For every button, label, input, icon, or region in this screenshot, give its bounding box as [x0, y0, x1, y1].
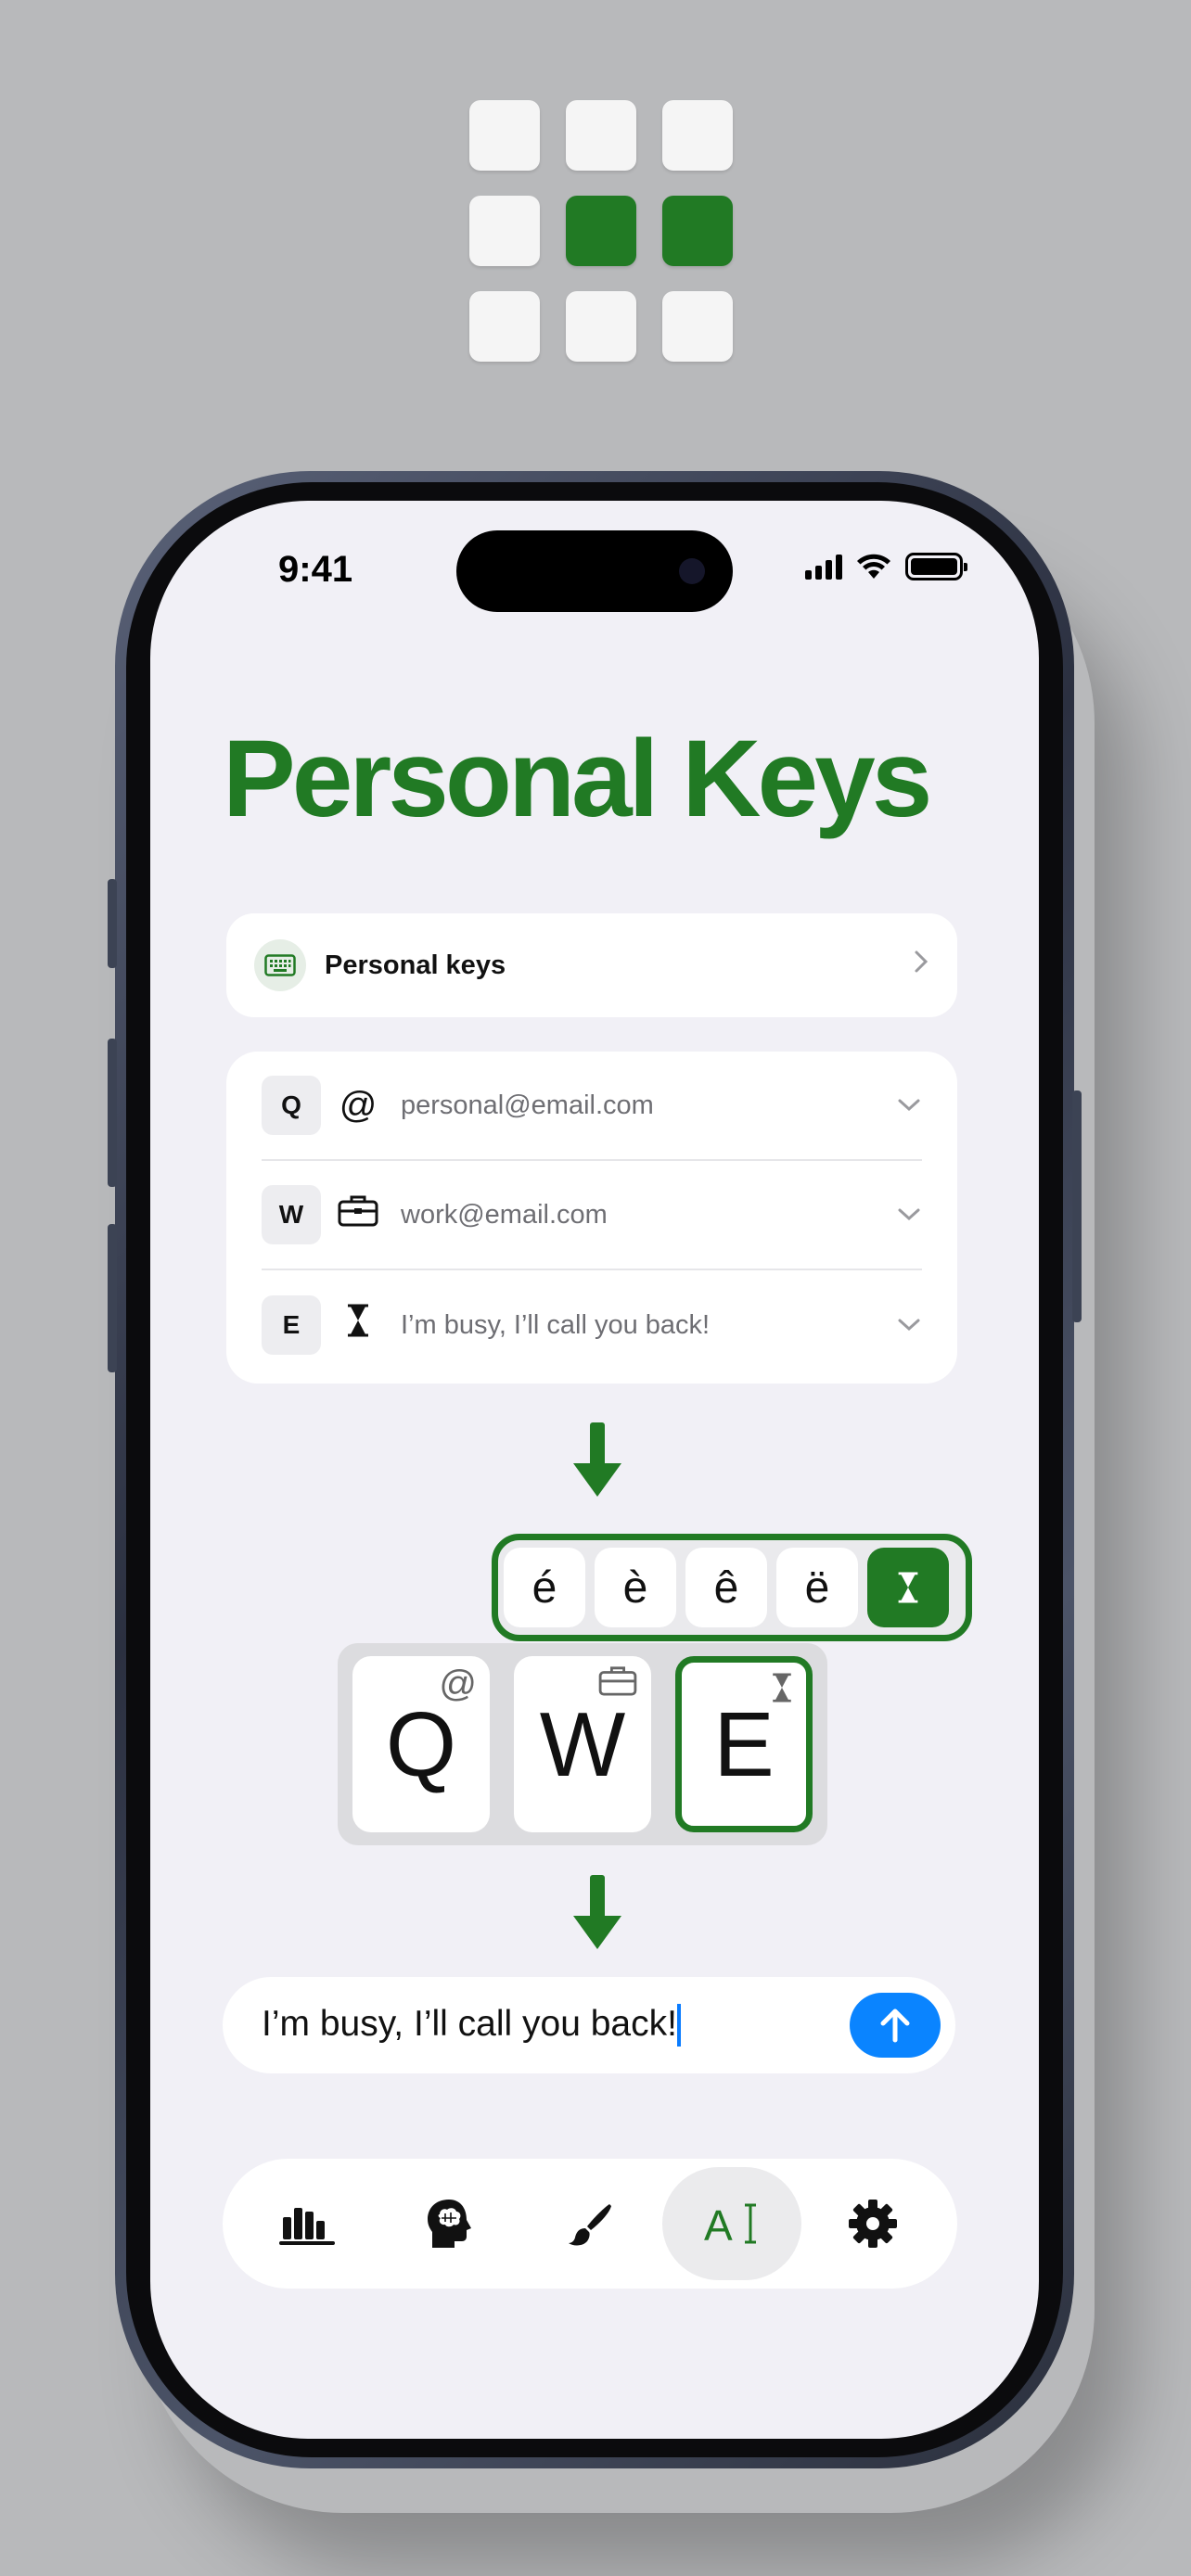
- action-button: [108, 879, 117, 968]
- key-badge: Q: [262, 1076, 321, 1135]
- message-input-field[interactable]: I’m busy, I’ll call you back!: [223, 1977, 955, 2073]
- key-label: W: [539, 1692, 626, 1795]
- message-text: I’m busy, I’ll call you back!: [262, 2004, 850, 2047]
- accent-key-hourglass[interactable]: [867, 1548, 949, 1627]
- logo-cell: [469, 196, 540, 266]
- send-button[interactable]: [850, 1993, 941, 2058]
- text-cursor-icon: A: [704, 2201, 756, 2248]
- keyboard-key-q[interactable]: Q @: [352, 1656, 490, 1832]
- side-button: [1072, 1090, 1082, 1322]
- key-mappings-card: Q @ personal@email.com W work@email.com …: [226, 1052, 957, 1384]
- chevron-right-icon: [913, 949, 929, 982]
- arrow-down-icon: [573, 1875, 621, 1949]
- status-time: 9:41: [278, 549, 353, 590]
- text-caret: [676, 2004, 681, 2047]
- key-mapping-row-w[interactable]: W work@email.com: [262, 1161, 922, 1270]
- svg-text:A: A: [704, 2201, 733, 2248]
- hourglass-icon: [771, 1670, 793, 1712]
- logo-cell: [469, 291, 540, 362]
- hourglass-icon: [898, 1572, 918, 1603]
- at-sign-icon: @: [339, 1084, 378, 1126]
- gear-icon: [849, 2200, 897, 2248]
- keyboard-key-w[interactable]: W: [514, 1656, 651, 1832]
- bar-chart-icon: [279, 2208, 335, 2245]
- chevron-down-icon[interactable]: [896, 1091, 922, 1120]
- key-label: Q: [385, 1692, 457, 1795]
- briefcase-icon: [321, 1193, 395, 1236]
- logo-cell: [469, 100, 540, 171]
- key-label: E: [713, 1692, 775, 1795]
- logo-cell: [566, 291, 636, 362]
- accent-popup: é è ê ë: [492, 1534, 972, 1641]
- paintbrush-icon: [569, 2204, 611, 2246]
- key-mapping-row-q[interactable]: Q @ personal@email.com: [262, 1052, 922, 1161]
- key-mapping-value: personal@email.com: [401, 1090, 654, 1120]
- key-badge: E: [262, 1295, 321, 1355]
- accent-key[interactable]: è: [595, 1548, 676, 1627]
- tab-theme[interactable]: [520, 2167, 660, 2280]
- brain-head-icon: [427, 2200, 471, 2248]
- hourglass-icon: [321, 1304, 395, 1346]
- cellular-signal-icon: [805, 554, 842, 580]
- logo-cell-active: [662, 196, 733, 266]
- tab-keys[interactable]: A: [661, 2167, 801, 2280]
- key-badge: W: [262, 1185, 321, 1244]
- accent-key[interactable]: ê: [685, 1548, 767, 1627]
- logo-cell: [566, 100, 636, 171]
- keyboard-panel: Q @ W E: [338, 1643, 827, 1845]
- chevron-down-icon[interactable]: [896, 1201, 922, 1230]
- phone-screen: 9:41 Personal Keys Personal keys Q @ per…: [150, 501, 1039, 2439]
- front-camera: [679, 558, 705, 584]
- tab-settings[interactable]: [803, 2167, 942, 2280]
- arrow-down-icon: [573, 1422, 621, 1497]
- logo-cell: [662, 291, 733, 362]
- keyboard-icon: [264, 954, 296, 976]
- message-value: I’m busy, I’ll call you back!: [262, 2003, 677, 2044]
- keyboard-key-e[interactable]: E: [675, 1656, 813, 1832]
- tab-ai[interactable]: [379, 2167, 519, 2280]
- volume-down-button: [108, 1224, 117, 1372]
- tab-stats[interactable]: [237, 2167, 377, 2280]
- accent-key[interactable]: é: [504, 1548, 585, 1627]
- dynamic-island: [456, 530, 733, 612]
- volume-up-button: [108, 1039, 117, 1187]
- logo-cell-active: [566, 196, 636, 266]
- key-sub-label: @: [439, 1664, 477, 1704]
- app-logo-grid: [469, 100, 733, 363]
- wifi-icon: [857, 554, 890, 579]
- key-mapping-value: I’m busy, I’ll call you back!: [401, 1309, 711, 1340]
- tab-bar: A: [223, 2159, 957, 2289]
- chevron-down-icon[interactable]: [896, 1311, 922, 1340]
- key-mapping-row-e[interactable]: E I’m busy, I’ll call you back!: [262, 1270, 922, 1380]
- status-icons: [805, 553, 967, 580]
- battery-icon: [905, 553, 967, 580]
- briefcase-icon: [597, 1664, 638, 1705]
- nav-row-label: Personal keys: [325, 950, 506, 980]
- page-title: Personal Keys: [223, 718, 932, 840]
- nav-icon-container: [254, 939, 306, 991]
- personal-keys-nav-row[interactable]: Personal keys: [226, 913, 957, 1017]
- logo-cell: [662, 100, 733, 171]
- accent-key[interactable]: ë: [776, 1548, 858, 1627]
- key-mapping-value: work@email.com: [401, 1199, 608, 1230]
- arrow-up-icon: [880, 2009, 910, 2043]
